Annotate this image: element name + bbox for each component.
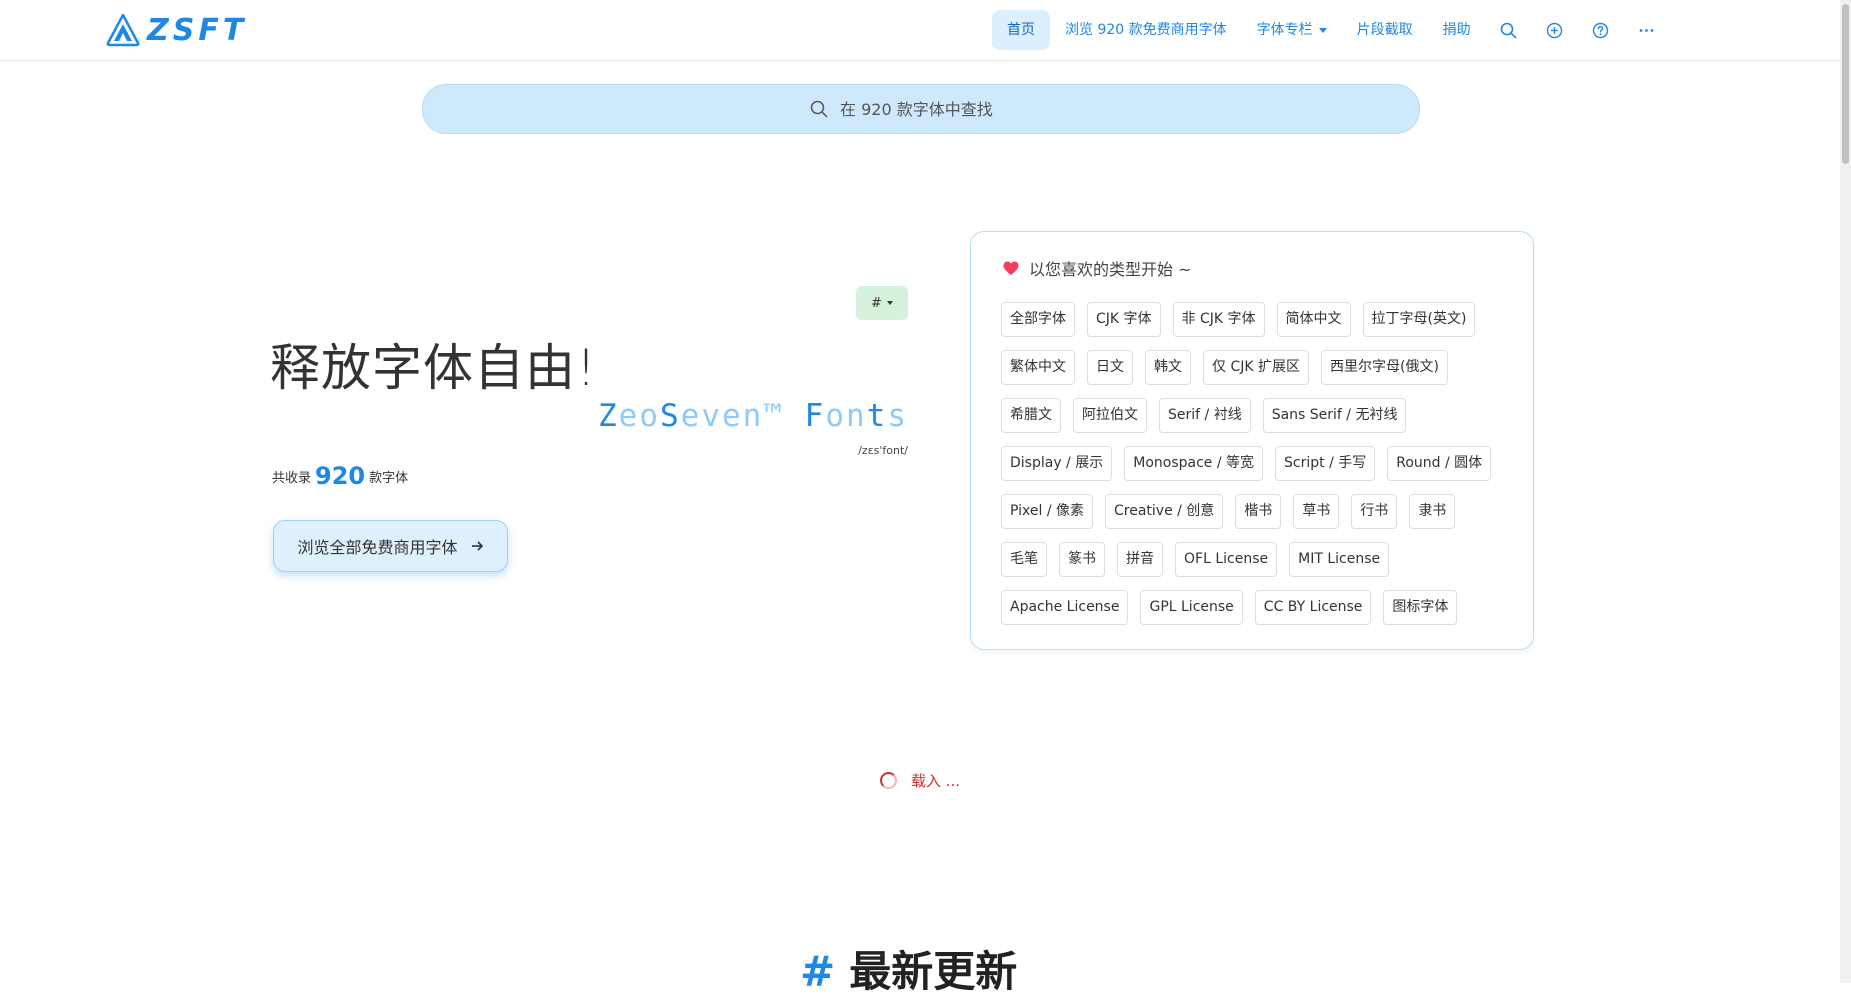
help-circle-icon[interactable] <box>1578 10 1624 50</box>
category-chip-list: 全部字体 CJK 字体 非 CJK 字体 简体中文 拉丁字母(英文) 繁体中文 … <box>1001 302 1511 625</box>
brand-part: F <box>804 398 826 434</box>
category-chip[interactable]: Monospace / 等宽 <box>1124 446 1264 481</box>
category-chip[interactable]: Script / 手写 <box>1275 446 1376 481</box>
category-chip[interactable]: Display / 展示 <box>1001 446 1113 481</box>
chevron-down-icon <box>1318 27 1327 33</box>
search-input[interactable] <box>838 98 1032 120</box>
category-chip[interactable]: 隶书 <box>1409 494 1456 529</box>
category-chip[interactable]: 拉丁字母(英文) <box>1362 302 1476 337</box>
category-chip[interactable]: CC BY License <box>1254 590 1372 625</box>
font-count-stat: 共收录 920 款字体 <box>272 462 408 490</box>
loading-text: 载入 ... <box>911 772 961 790</box>
category-chip[interactable]: OFL License <box>1175 542 1278 577</box>
category-chip[interactable]: 毛笔 <box>1001 542 1047 577</box>
brand-part: even <box>680 398 764 434</box>
category-chip[interactable]: Sans Serif / 无衬线 <box>1262 398 1407 433</box>
category-chip[interactable]: 阿拉伯文 <box>1073 398 1147 433</box>
category-chip[interactable]: 全部字体 <box>1001 302 1075 337</box>
category-chip[interactable]: 非 CJK 字体 <box>1172 302 1265 337</box>
category-chip[interactable]: 图标字体 <box>1383 590 1458 625</box>
brand-part: eo <box>618 398 660 434</box>
category-chip[interactable]: 草书 <box>1293 494 1340 529</box>
brand-pronunciation: /zɛs'font/ <box>858 444 908 457</box>
category-chip[interactable]: Serif / 衬线 <box>1159 398 1251 433</box>
category-chip[interactable]: 楷书 <box>1235 494 1282 529</box>
brand-wordmark: ZeoSeven™ Fonts <box>598 398 908 434</box>
category-chip[interactable]: Round / 圆体 <box>1387 446 1492 481</box>
nav-item-columns-label: 字体专栏 <box>1256 22 1313 38</box>
nav-item-columns[interactable]: 字体专栏 <box>1242 10 1342 50</box>
chevron-down-icon <box>886 301 893 305</box>
main-nav: 首页 浏览 920 款免费商用字体 字体专栏 片段截取 捐助 <box>992 10 1670 50</box>
site-logo[interactable]: ZSFT <box>105 12 247 48</box>
category-card: 以您喜欢的类型开始 ~ 全部字体 CJK 字体 非 CJK 字体 简体中文 拉丁… <box>970 231 1534 650</box>
browse-all-label: 浏览全部免费商用字体 <box>297 538 458 557</box>
hash-badge-label: # <box>871 295 882 311</box>
stat-suffix: 款字体 <box>369 471 409 486</box>
category-chip[interactable]: GPL License <box>1140 590 1243 625</box>
latest-updates-heading: # 最新更新 <box>800 938 1017 999</box>
brand-part: ™ <box>763 398 805 434</box>
category-chip[interactable]: Apache License <box>1001 590 1129 625</box>
category-chip[interactable]: 仅 CJK 扩展区 <box>1203 350 1309 385</box>
spinner-icon <box>880 772 897 789</box>
nav-item-browse[interactable]: 浏览 920 款免费商用字体 <box>1050 10 1242 50</box>
logo-text: ZSFT <box>147 12 248 48</box>
brand-part: s <box>887 398 908 434</box>
category-chip[interactable]: Pixel / 像素 <box>1001 494 1093 529</box>
brand-part: S <box>660 398 681 434</box>
category-chip[interactable]: 韩文 <box>1145 350 1191 385</box>
category-chip[interactable]: CJK 字体 <box>1087 302 1161 337</box>
browse-all-button[interactable]: 浏览全部免费商用字体 <box>273 520 508 572</box>
category-chip[interactable]: 日文 <box>1087 350 1133 385</box>
category-heading-text: 以您喜欢的类型开始 ~ <box>1029 260 1192 279</box>
category-chip[interactable]: 篆书 <box>1059 542 1105 577</box>
category-chip[interactable]: 简体中文 <box>1276 302 1351 337</box>
stat-prefix: 共收录 <box>272 471 312 486</box>
more-icon[interactable] <box>1624 10 1670 50</box>
nav-item-home[interactable]: 首页 <box>992 10 1050 50</box>
section-title-text: 最新更新 <box>849 947 1018 996</box>
scrollbar-thumb[interactable] <box>1842 4 1849 164</box>
loading-indicator: 载入 ... <box>880 770 960 791</box>
hash-dropdown-badge[interactable]: # <box>856 286 908 320</box>
category-card-heading: 以您喜欢的类型开始 ~ <box>1003 256 1192 280</box>
search-bar[interactable] <box>422 84 1420 134</box>
arrow-right-icon <box>471 541 483 551</box>
stat-count: 920 <box>315 462 366 490</box>
nav-item-donate[interactable]: 捐助 <box>1428 10 1486 50</box>
logo-mark-icon <box>106 13 140 47</box>
heart-icon <box>1003 261 1019 275</box>
category-chip[interactable]: 行书 <box>1351 494 1398 529</box>
category-chip[interactable]: 拼音 <box>1117 542 1163 577</box>
nav-item-snippet[interactable]: 片段截取 <box>1342 10 1428 50</box>
category-chip[interactable]: 西里尔字母(俄文) <box>1321 350 1448 385</box>
search-icon <box>810 100 828 118</box>
brand-part: Z <box>598 398 619 434</box>
hero-title: 释放字体自由! <box>270 339 598 397</box>
category-chip[interactable]: Creative / 创意 <box>1105 494 1224 529</box>
category-chip[interactable]: MIT License <box>1289 542 1390 577</box>
plus-circle-icon[interactable] <box>1532 10 1578 50</box>
category-chip[interactable]: 希腊文 <box>1001 398 1061 433</box>
brand-part: on <box>825 398 867 434</box>
category-chip[interactable]: 繁体中文 <box>1001 350 1075 385</box>
page-scrollbar[interactable] <box>1840 0 1851 983</box>
top-navbar: ZSFT 首页 浏览 920 款免费商用字体 字体专栏 片段截取 捐助 <box>0 0 1851 61</box>
section-hash: # <box>800 947 836 996</box>
brand-part: t <box>866 398 888 434</box>
search-icon[interactable] <box>1486 10 1532 50</box>
